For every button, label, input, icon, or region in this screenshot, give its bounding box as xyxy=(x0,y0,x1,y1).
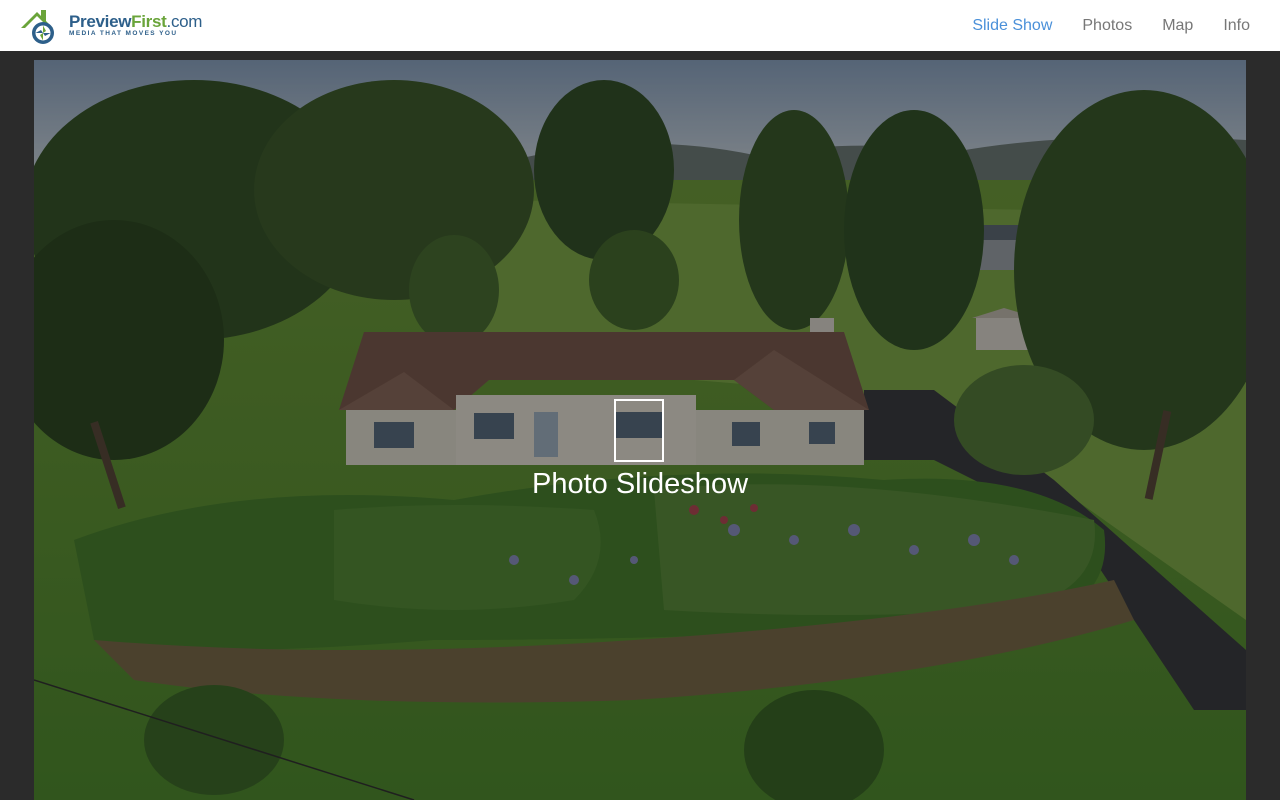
nav-slide-show[interactable]: Slide Show xyxy=(972,17,1052,35)
logo-word-preview: Preview xyxy=(69,12,132,32)
logo-tagline: MEDIA THAT MOVES YOU xyxy=(69,30,178,38)
top-navbar: PreviewFirst.com MEDIA THAT MOVES YOU Sl… xyxy=(0,0,1280,51)
slideshow-frame-icon[interactable] xyxy=(614,399,664,462)
previewfirst-logo[interactable]: PreviewFirst.com MEDIA THAT MOVES YOU xyxy=(19,0,202,51)
nav-map[interactable]: Map xyxy=(1162,17,1193,35)
logo-wordmark: PreviewFirst.com xyxy=(69,13,202,30)
logo-word-dotcom: .com xyxy=(166,12,203,32)
nav-info[interactable]: Info xyxy=(1223,17,1250,35)
photo-slideshow-label[interactable]: Photo Slideshow xyxy=(34,468,1246,501)
nav-photos[interactable]: Photos xyxy=(1082,17,1132,35)
main-nav: Slide Show Photos Map Info xyxy=(942,0,1250,51)
slideshow-hero[interactable]: Photo Slideshow xyxy=(34,60,1246,800)
logo-house-icon xyxy=(19,6,67,46)
logo-word-first: First xyxy=(131,12,167,32)
